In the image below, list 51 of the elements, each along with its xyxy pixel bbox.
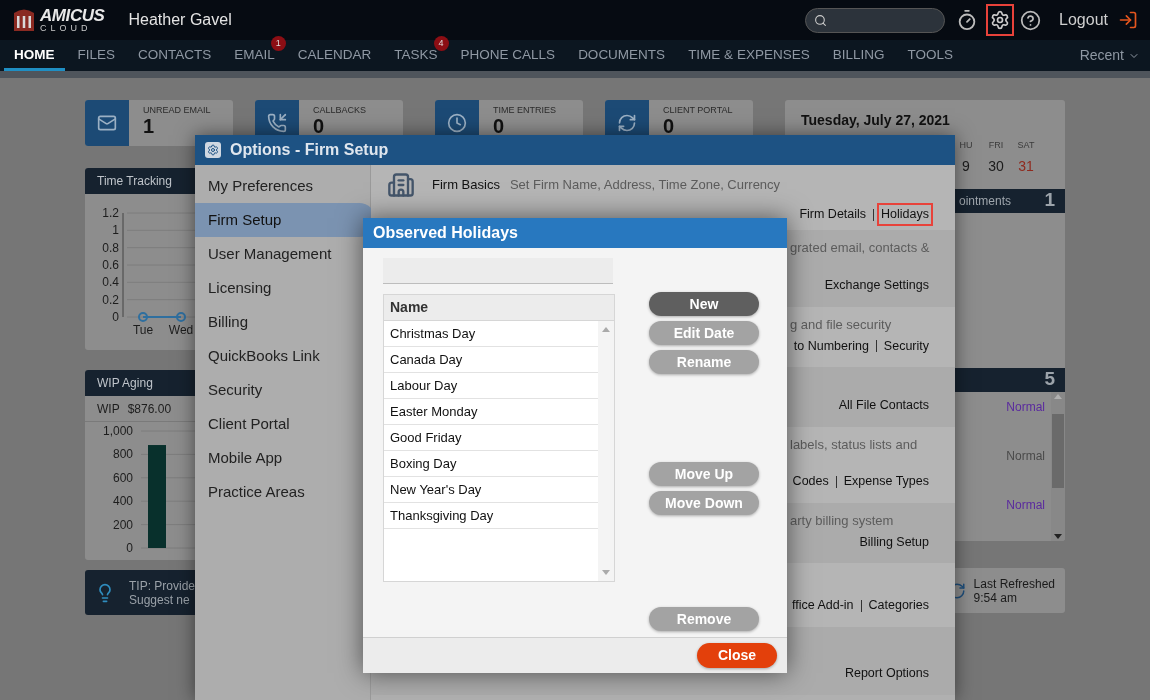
axis-tick-label: 0.8 [102,240,119,255]
section-description: arty billing system [790,512,894,530]
section-description: grated email, contacts & [790,239,930,257]
axis-tick-label: 200 [112,517,133,532]
weekday-label: SAT [1017,139,1035,152]
axis-tick-label: 400 [112,494,133,509]
stat-value: 0 [313,116,326,136]
section-title: ointments [958,192,1012,210]
tip-text: Suggest ne [129,592,191,607]
axis-tick-label: 600 [112,470,133,485]
axis-tick-label: Wed [168,323,194,337]
appointments-count: 1 [1044,188,1055,213]
tip-text: TIP: Provide [129,578,196,593]
logo-wordmark: AMICUS [40,7,105,24]
logo-subtitle: CLOUD [40,24,93,33]
dialog-title: Observed Holidays [373,223,518,243]
task-priority: Normal [1006,447,1045,465]
stat-value: 0 [663,116,676,136]
weekday-label: HU [959,139,973,152]
stat-value: 1 [143,116,156,136]
task-priority: Normal [1006,398,1045,416]
stat-label: TIME ENTRIES [493,106,556,115]
axis-tick-label: 800 [112,447,133,462]
weekday-label: FRI [988,139,1004,152]
tasks-count: 5 [1044,367,1055,392]
stat-label: CLIENT PORTAL [663,106,733,115]
axis-tick-label: 0.6 [102,258,119,272]
stat-value: 0 [493,116,506,136]
refresh-label: Last Refreshed [973,576,1055,591]
axis-tick-label: 0.4 [102,275,119,290]
section-title: Firm Basics [432,176,500,195]
axis-tick-label: 1,000 [102,424,133,438]
stat-label: UNREAD EMAIL [143,106,211,115]
card-title: WIP Aging [97,375,153,392]
axis-tick-label: 0.2 [102,292,119,307]
section-description: labels, status lists and [790,436,918,454]
section-description: g and file security [790,316,892,334]
section-description: Set Firm Name, Address, Time Zone, Currency [509,176,781,195]
axis-tick-label: 0 [112,310,119,324]
wip-amount: $876.00 [127,400,172,418]
card-title: Time Tracking [97,173,172,190]
calendar-date: Tuesday, July 27, 2021 [800,111,951,130]
axis-tick-label: 0 [126,541,133,555]
axis-tick-label: 1.2 [102,206,119,220]
axis-tick-label: 1 [112,223,119,238]
refresh-time: 9:54 am [973,590,1018,605]
stat-label: CALLBACKS [313,106,367,115]
wip-label: WIP [97,400,120,418]
user-name: Heather Gavel [128,10,232,30]
task-priority: Normal [1006,496,1045,514]
axis-tick-label: Tue [132,323,154,337]
